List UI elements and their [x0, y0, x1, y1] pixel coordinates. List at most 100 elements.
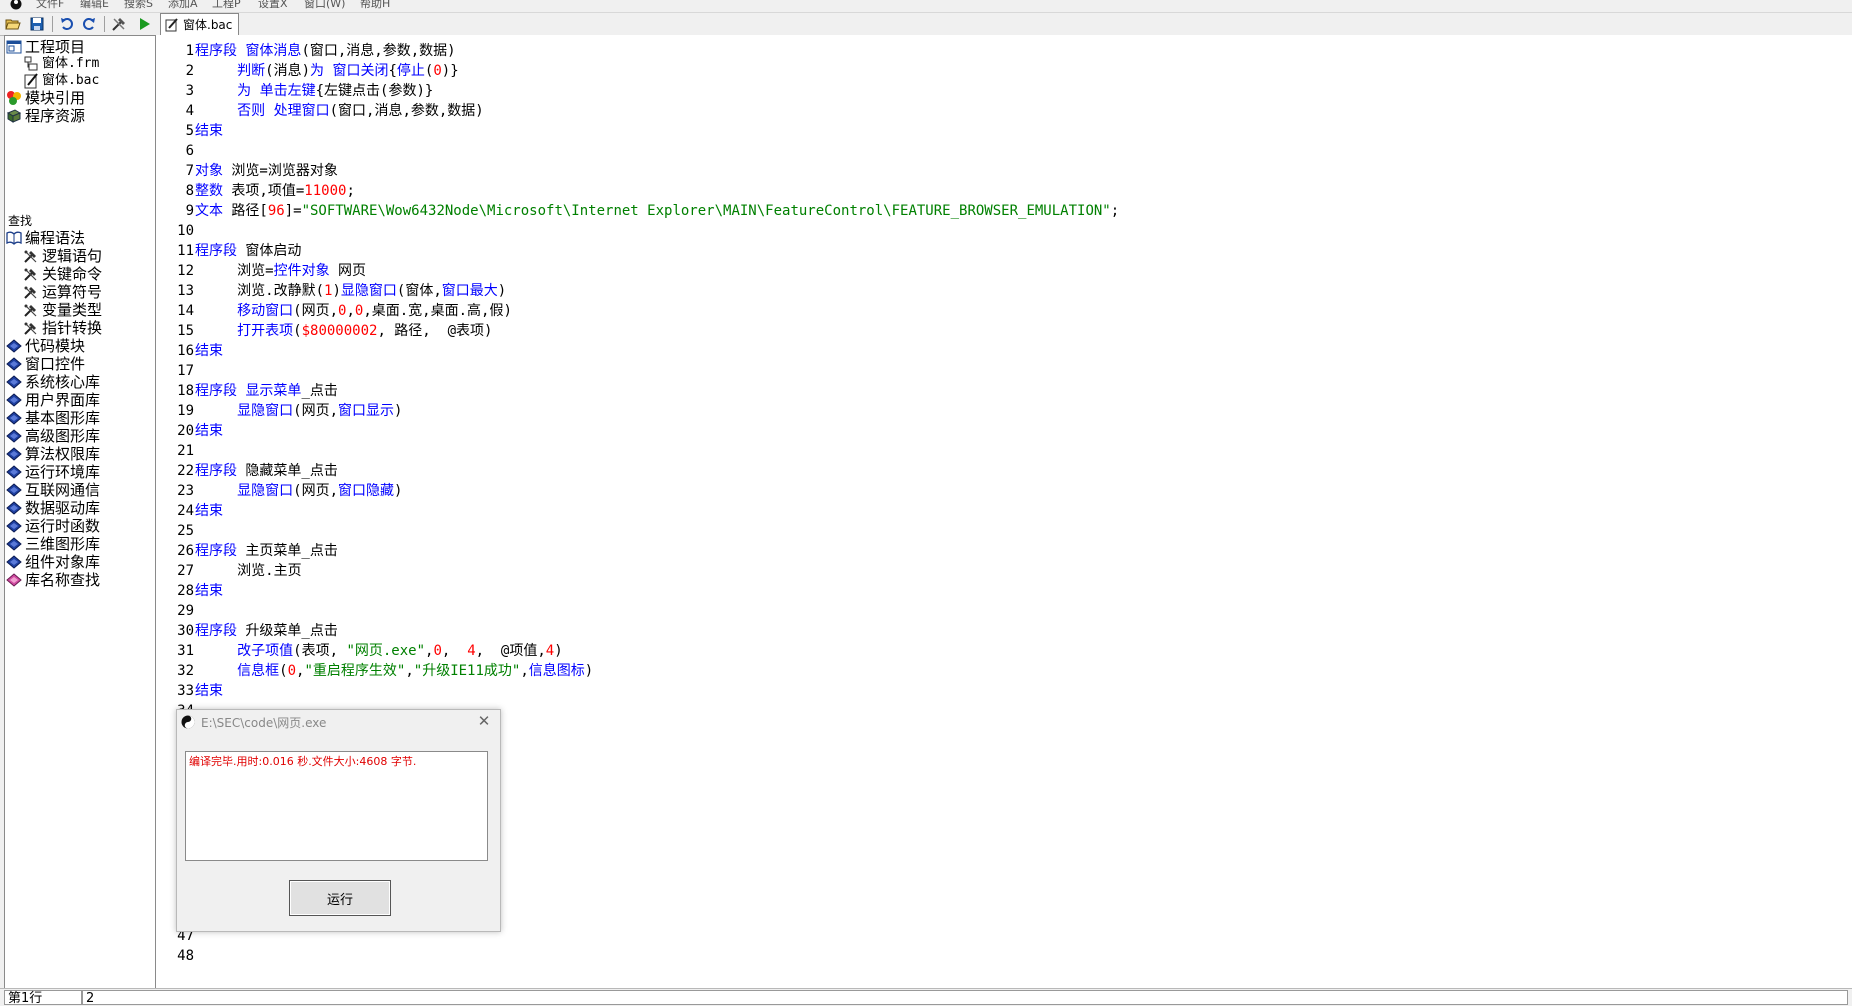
line-number: 4: [185, 103, 194, 119]
menu-settings[interactable]: 设置X: [258, 0, 288, 11]
tree-item[interactable]: 工程项目: [6, 38, 85, 56]
code-line[interactable]: 28 结束: [156, 581, 223, 601]
code-line[interactable]: 13 浏览.改静默(1)显隐窗口(窗体,窗口最大): [156, 281, 506, 301]
code-line[interactable]: 10: [156, 221, 194, 241]
tree-item-label: 三维图形库: [25, 535, 101, 553]
code-line[interactable]: 11 程序段 窗体启动: [156, 241, 301, 261]
tree-item[interactable]: 编程语法: [6, 229, 85, 247]
tree-item-label: 系统核心库: [25, 373, 101, 391]
tree-item[interactable]: 程序资源: [6, 107, 85, 125]
code-line[interactable]: 5 结束: [156, 121, 223, 141]
tree-item-label: 运算符号: [42, 283, 103, 301]
code-line[interactable]: 48: [156, 946, 194, 966]
code-line[interactable]: 22 程序段 隐藏菜单_点击: [156, 461, 338, 481]
redo-icon[interactable]: [80, 15, 98, 33]
tree-item[interactable]: 运行时函数: [6, 517, 100, 535]
code-line[interactable]: 12 浏览=控件对象 网页: [156, 261, 366, 281]
tree-item[interactable]: 算法权限库: [6, 445, 100, 463]
tree-item[interactable]: 高级图形库: [6, 427, 100, 445]
tree-item[interactable]: 运算符号: [23, 283, 102, 301]
code-line[interactable]: 16 结束: [156, 341, 223, 361]
line-number: 17: [177, 363, 194, 379]
code-line[interactable]: 24 结束: [156, 501, 223, 521]
code-line[interactable]: 8 整数 表项,项值=11000;: [156, 181, 355, 201]
open-icon[interactable]: [4, 15, 22, 33]
tree-item[interactable]: 运行环境库: [6, 463, 100, 481]
code-line[interactable]: 33 结束: [156, 681, 223, 701]
status-column: 2: [82, 990, 1848, 1006]
tree-item[interactable]: 关键命令: [23, 265, 102, 283]
code-line[interactable]: 27 浏览.主页: [156, 561, 301, 581]
tree-item-label: 窗体.frm: [42, 56, 100, 71]
tree-item[interactable]: 互联网通信: [6, 481, 100, 499]
code-line[interactable]: 17: [156, 361, 194, 381]
code-line[interactable]: 9 文本 路径[96]="SOFTWARE\Wow6432Node\Microso…: [156, 201, 1120, 221]
run-button[interactable]: 运行: [289, 880, 391, 916]
line-number: 13: [177, 283, 194, 299]
tool-icon: [23, 302, 39, 318]
line-number: 11: [177, 243, 194, 259]
menu-window[interactable]: 窗口(W): [304, 0, 345, 11]
code-text: 结束: [195, 583, 223, 599]
line-number: 12: [177, 263, 194, 279]
code-line[interactable]: 26 程序段 主页菜单_点击: [156, 541, 338, 561]
code-line[interactable]: 2 判断(消息)为 窗口关闭{停止(0)}: [156, 61, 459, 81]
code-line[interactable]: 23 显隐窗口(网页,窗口隐藏): [156, 481, 402, 501]
tree-item[interactable]: 窗口控件: [6, 355, 85, 373]
code-text: 改子项值(表项, "网页.exe",0, 4, @项值,4): [237, 643, 563, 659]
line-number: 27: [177, 563, 194, 579]
tab-editor-file[interactable]: 窗体.bac: [160, 13, 240, 35]
tree-item[interactable]: 窗体.frm: [23, 55, 99, 73]
build-icon[interactable]: [110, 15, 128, 33]
tree-item[interactable]: 用户界面库: [6, 391, 100, 409]
tree-item[interactable]: 变量类型: [23, 301, 102, 319]
code-line[interactable]: 18 程序段 显示菜单_点击: [156, 381, 338, 401]
tree-item[interactable]: 系统核心库: [6, 373, 100, 391]
undo-icon[interactable]: [58, 15, 76, 33]
menu-project[interactable]: 工程P: [212, 0, 241, 11]
code-line[interactable]: 6: [156, 141, 194, 161]
menu-file[interactable]: 文件F: [36, 0, 64, 11]
tree-item[interactable]: 指针转换: [23, 319, 102, 337]
line-number: 33: [177, 683, 194, 699]
line-number: 30: [177, 623, 194, 639]
tree-item[interactable]: 窗体.bac: [23, 72, 99, 90]
menu-search[interactable]: 搜索S: [124, 0, 153, 11]
close-icon[interactable]: ✕: [476, 713, 492, 729]
tree-item[interactable]: 代码模块: [6, 337, 85, 355]
code-line[interactable]: 19 显隐窗口(网页,窗口显示): [156, 401, 402, 421]
save-icon[interactable]: [28, 15, 46, 33]
tree-item[interactable]: 库名称查找: [6, 571, 100, 589]
code-line[interactable]: 3 为 单击左键{左键点击(参数)}: [156, 81, 434, 101]
code-line[interactable]: 14 移动窗口(网页,0,0,桌面.宽,桌面.高,假): [156, 301, 512, 321]
code-line[interactable]: 29: [156, 601, 194, 621]
tool-icon: [23, 284, 39, 300]
menu-add[interactable]: 添加A: [168, 0, 198, 11]
tree-item[interactable]: 基本图形库: [6, 409, 100, 427]
tree-item[interactable]: 组件对象库: [6, 553, 100, 571]
tree-item[interactable]: 三维图形库: [6, 535, 100, 553]
tree-item[interactable]: 逻辑语句: [23, 247, 102, 265]
run-icon[interactable]: [136, 15, 154, 33]
tree-item[interactable]: 数据驱动库: [6, 499, 100, 517]
line-number: 28: [177, 583, 194, 599]
app-icon: [181, 715, 195, 729]
code-line[interactable]: 31 改子项值(表项, "网页.exe",0, 4, @项值,4): [156, 641, 563, 661]
code-line[interactable]: 1 程序段 窗体消息(窗口,消息,参数,数据): [156, 41, 456, 61]
tree-item-label: 程序资源: [25, 107, 86, 125]
line-number: 24: [177, 503, 194, 519]
code-line[interactable]: 25: [156, 521, 194, 541]
menu-help[interactable]: 帮助H: [360, 0, 390, 11]
code-line[interactable]: 4 否则 处理窗口(窗口,消息,参数,数据): [156, 101, 484, 121]
code-line[interactable]: 7 对象 浏览=浏览器对象: [156, 161, 338, 181]
code-line[interactable]: 21: [156, 441, 194, 461]
code-line[interactable]: 32 信息框(0,"重启程序生效","升级IE11成功",信息图标): [156, 661, 593, 681]
tree-item[interactable]: 模块引用: [6, 89, 85, 107]
code-text: 程序段 显示菜单_点击: [195, 383, 338, 399]
code-line[interactable]: 20 结束: [156, 421, 223, 441]
code-text: 程序段 升级菜单_点击: [195, 623, 338, 639]
toolbar: 窗体.bac: [0, 13, 1852, 36]
menu-edit[interactable]: 编辑E: [80, 0, 109, 11]
code-line[interactable]: 15 打开表项($80000002, 路径, @表项): [156, 321, 492, 341]
code-line[interactable]: 30 程序段 升级菜单_点击: [156, 621, 338, 641]
